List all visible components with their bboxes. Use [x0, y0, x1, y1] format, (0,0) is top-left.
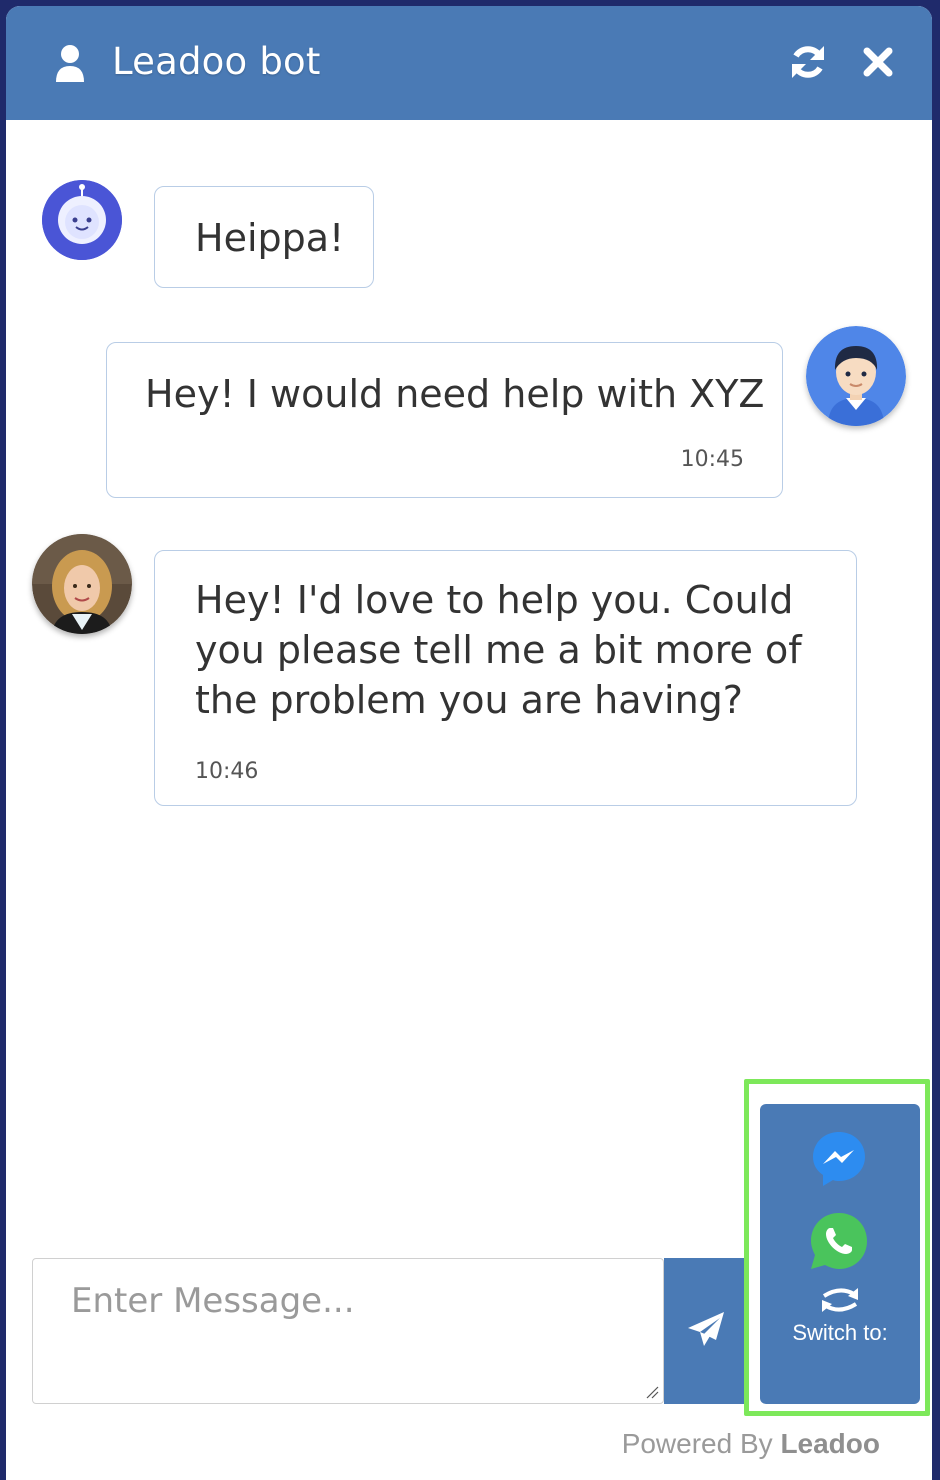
paper-plane-icon [688, 1312, 724, 1346]
bot-message-bubble: Heippa! [154, 186, 374, 288]
message-text: Heippa! [195, 216, 345, 260]
agent-message-bubble: Hey! I'd love to help you. Could you ple… [154, 550, 857, 806]
chat-title: Leadoo bot [112, 40, 321, 83]
message-time: 10:45 [680, 447, 744, 472]
agent-avatar [32, 534, 132, 634]
swap-icon [822, 1288, 858, 1312]
switch-to-label: Switch to: [792, 1320, 888, 1345]
send-button[interactable] [664, 1258, 748, 1404]
messenger-icon[interactable] [808, 1128, 870, 1190]
chat-header: Leadoo bot [6, 6, 932, 120]
refresh-icon[interactable] [788, 42, 828, 82]
switch-channel-panel: Switch to: [760, 1104, 920, 1404]
user-message-bubble: Hey! I would need help with XYZ 10:45 [106, 342, 783, 498]
powered-by-footer: Powered By Leadoo [622, 1428, 880, 1460]
message-text: Hey! I'd love to help you. Could you ple… [195, 578, 802, 722]
message-time: 10:46 [195, 759, 259, 784]
resize-grip-icon[interactable] [645, 1385, 659, 1399]
close-icon[interactable] [862, 46, 894, 78]
user-icon [56, 45, 84, 82]
message-composer [32, 1258, 664, 1404]
bot-avatar-icon [42, 180, 122, 260]
whatsapp-icon[interactable] [808, 1210, 870, 1272]
message-input[interactable] [33, 1259, 663, 1403]
user-avatar [806, 326, 906, 426]
powered-by-text: Powered By [621, 1428, 773, 1459]
chat-widget: Leadoo bot Heippa! Hey! I would need hel… [6, 6, 932, 1480]
brand-link[interactable]: Leadoo [780, 1428, 880, 1459]
message-text: Hey! I would need help with XYZ [145, 372, 765, 416]
